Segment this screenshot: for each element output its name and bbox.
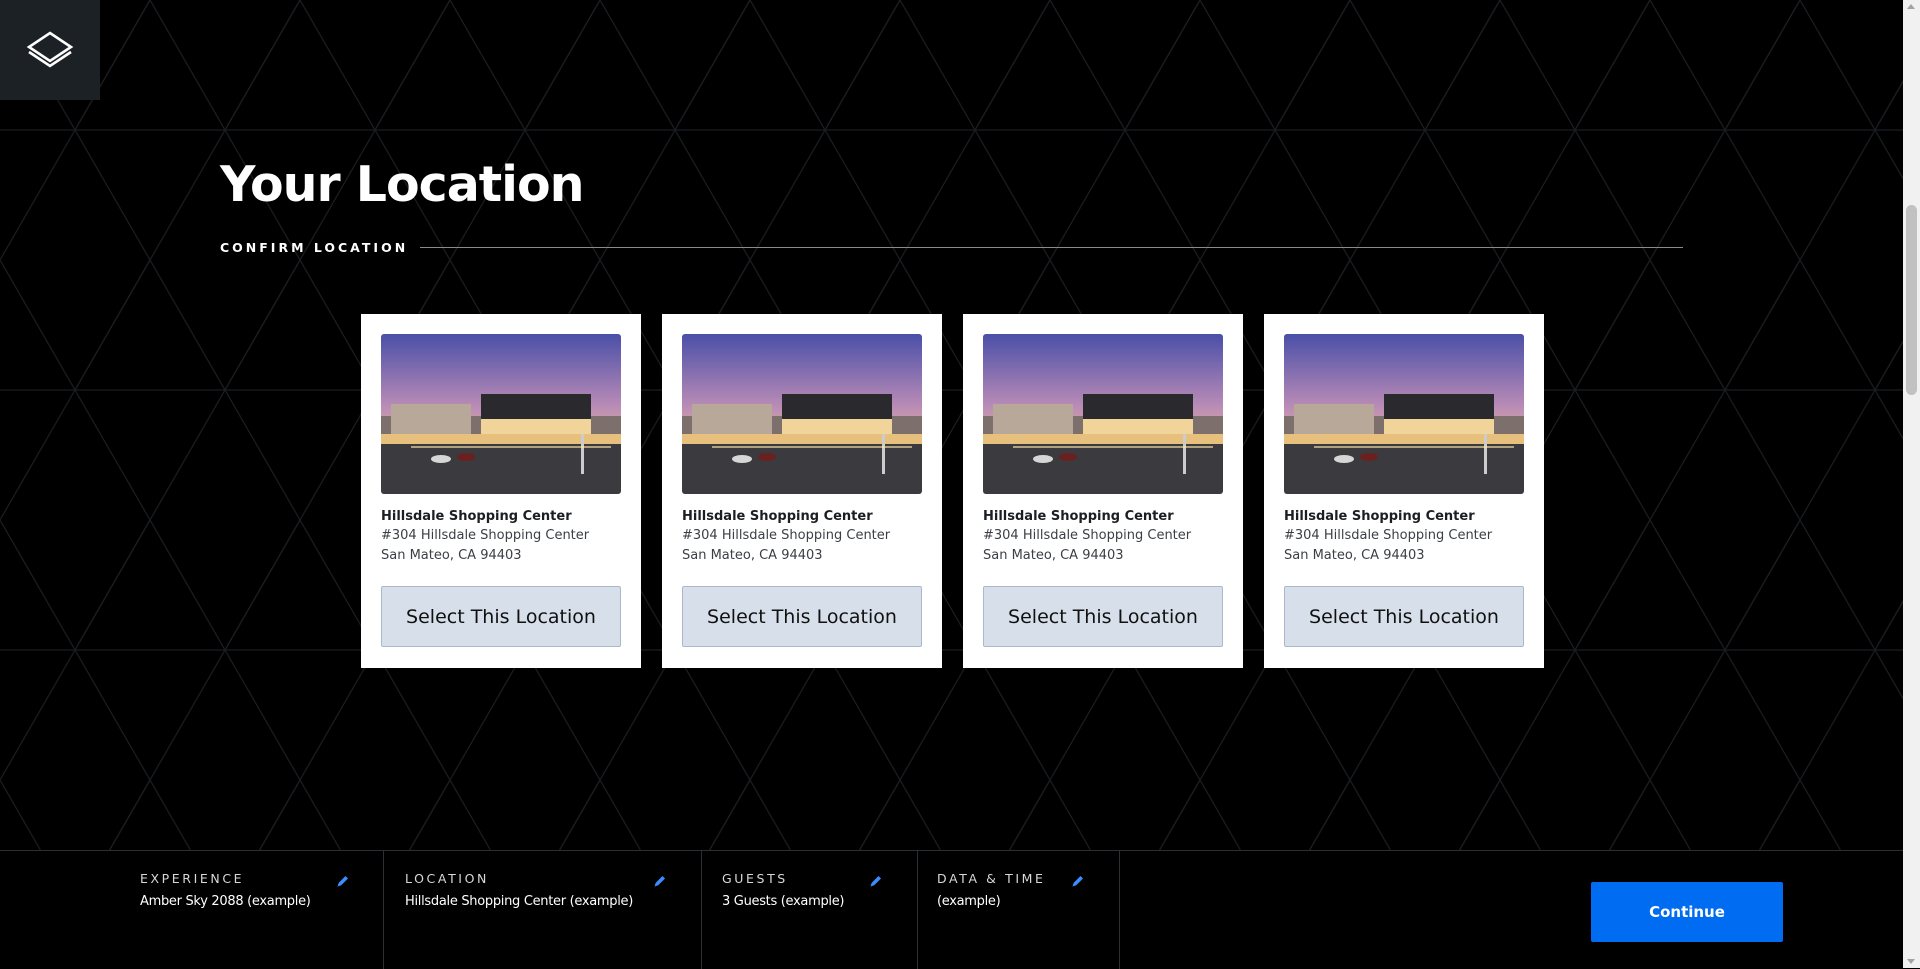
location-address-line2: San Mateo, CA 94403 [381,548,522,563]
location-address-line2: San Mateo, CA 94403 [983,548,1124,563]
location-name: Hillsdale Shopping Center [983,509,1174,524]
scroll-up-icon[interactable] [1907,4,1915,9]
location-address-line1: #304 Hillsdale Shopping Center [682,528,891,543]
continue-button[interactable]: Continue [1591,882,1783,942]
scrollbar[interactable] [1903,0,1920,968]
scroll-thumb[interactable] [1906,205,1917,395]
location-photo [381,334,621,494]
location-card: Hillsdale Shopping Center #304 Hillsdale… [963,314,1243,668]
pencil-icon[interactable] [335,873,351,889]
experience-value: Amber Sky 2088 (example) [140,894,311,909]
summary-datetime: DATA & TIME (example) [918,851,1120,969]
location-cards: Hillsdale Shopping Center #304 Hillsdale… [361,314,1544,668]
logo[interactable] [0,0,100,100]
location-name: Hillsdale Shopping Center [682,509,873,524]
guests-label: GUESTS [722,871,788,886]
location-address-line1: #304 Hillsdale Shopping Center [1284,528,1493,543]
summary-guests: GUESTS 3 Guests (example) [702,851,918,969]
divider [420,247,1683,248]
location-card: Hillsdale Shopping Center #304 Hillsdale… [662,314,942,668]
location-card: Hillsdale Shopping Center #304 Hillsdale… [1264,314,1544,668]
location-label: LOCATION [405,871,489,886]
guests-value: 3 Guests (example) [722,894,845,909]
location-photo [983,334,1223,494]
experience-label: EXPERIENCE [140,871,245,886]
location-value: Hillsdale Shopping Center (example) [405,894,634,909]
page-title: Your Location [220,156,585,213]
datetime-value: (example) [937,894,1001,909]
summary-experience: EXPERIENCE Amber Sky 2088 (example) [0,851,384,969]
scroll-down-icon[interactable] [1907,959,1915,964]
section-label: CONFIRM LOCATION [220,240,409,255]
pencil-icon[interactable] [868,873,884,889]
pencil-icon[interactable] [1070,873,1086,889]
select-location-button[interactable]: Select This Location [983,586,1223,647]
summary-location: LOCATION Hillsdale Shopping Center (exam… [384,851,702,969]
select-location-button[interactable]: Select This Location [381,586,621,647]
section-header: CONFIRM LOCATION [220,240,1683,255]
location-address-line2: San Mateo, CA 94403 [1284,548,1425,563]
diamond-logo-icon [26,31,74,68]
location-name: Hillsdale Shopping Center [381,509,572,524]
location-address-line2: San Mateo, CA 94403 [682,548,823,563]
location-name: Hillsdale Shopping Center [1284,509,1475,524]
datetime-label: DATA & TIME [937,871,1046,886]
select-location-button[interactable]: Select This Location [1284,586,1524,647]
location-address-line1: #304 Hillsdale Shopping Center [381,528,590,543]
location-card: Hillsdale Shopping Center #304 Hillsdale… [361,314,641,668]
location-photo [1284,334,1524,494]
pencil-icon[interactable] [652,873,668,889]
select-location-button[interactable]: Select This Location [682,586,922,647]
location-address-line1: #304 Hillsdale Shopping Center [983,528,1192,543]
location-photo [682,334,922,494]
